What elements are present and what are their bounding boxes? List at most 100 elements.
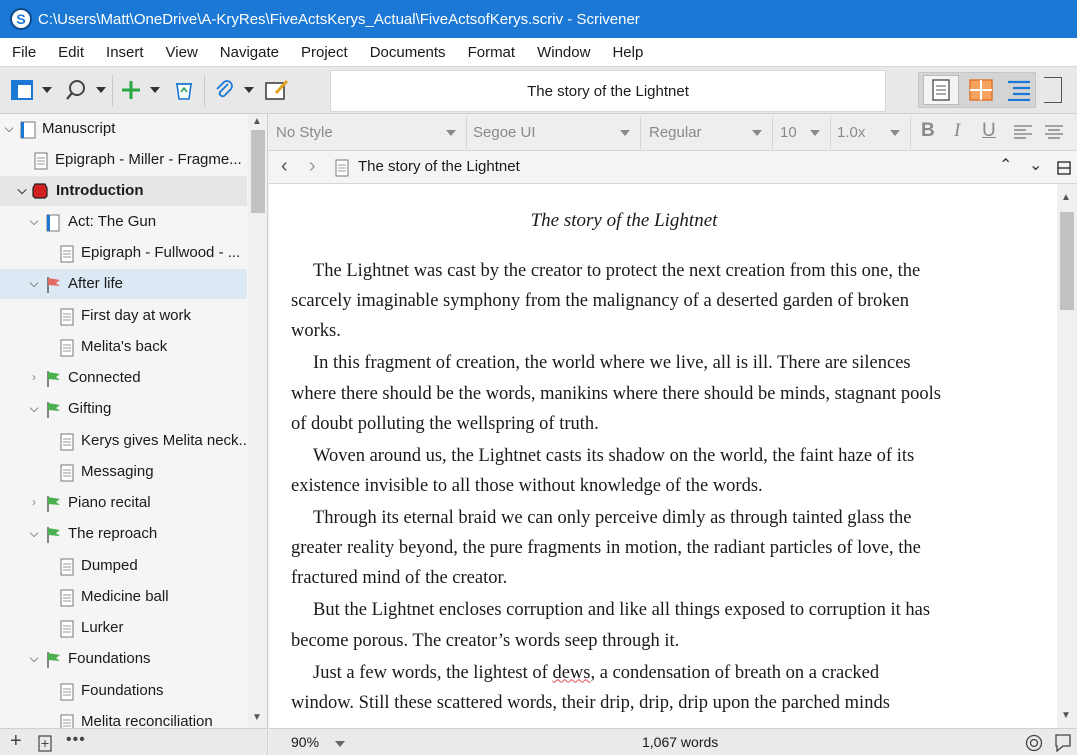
binder-item-manuscript[interactable]: ⌵ Manuscript bbox=[0, 114, 247, 144]
chevron-down-icon[interactable]: ⌵ bbox=[28, 214, 40, 228]
binder-item-first-day-at-work[interactable]: First day at work bbox=[0, 301, 247, 331]
menu-edit[interactable]: Edit bbox=[46, 44, 94, 61]
current-document-name[interactable]: The story of the Lightnet bbox=[358, 158, 520, 175]
editor-scrollbar[interactable]: ▲ ▼ bbox=[1057, 184, 1077, 728]
binder-item-messaging[interactable]: Messaging bbox=[0, 457, 247, 487]
view-scrivenings-button[interactable] bbox=[923, 75, 959, 105]
font-select[interactable]: Segoe UI bbox=[467, 116, 641, 149]
green-flag-icon bbox=[47, 527, 60, 543]
menu-documents[interactable]: Documents bbox=[358, 44, 456, 61]
binder-item-foundations-folder[interactable]: ⌵ Foundations bbox=[0, 644, 247, 674]
comment-icon[interactable] bbox=[1055, 734, 1071, 752]
binder-item-lurker[interactable]: Lurker bbox=[0, 613, 247, 643]
editor-navigation-bar: ‹ › The story of the Lightnet ⌃ ⌄ bbox=[269, 151, 1077, 184]
paragraph: Just a few words, the lightest of dews, … bbox=[291, 658, 941, 718]
toolbar-divider bbox=[112, 75, 113, 107]
chevron-down-icon[interactable]: ⌵ bbox=[28, 401, 40, 415]
binder-item-melita-reconciliation[interactable]: Melita reconciliation bbox=[0, 707, 247, 728]
menu-bar: File Edit Insert View Navigate Project D… bbox=[0, 38, 1077, 66]
binder-item-gifting[interactable]: ⌵ Gifting bbox=[0, 394, 247, 424]
scroll-down-icon[interactable]: ▼ bbox=[1061, 710, 1071, 721]
misspelled-word[interactable]: dews bbox=[552, 663, 590, 683]
line-spacing-select[interactable]: 1.0x bbox=[831, 116, 911, 149]
editor-pane[interactable]: The story of the Lightnet The Lightnet w… bbox=[269, 184, 1057, 728]
search-button[interactable] bbox=[64, 77, 106, 103]
document-body[interactable]: The Lightnet was cast by the creator to … bbox=[291, 256, 941, 720]
plus-icon bbox=[122, 81, 140, 99]
menu-window[interactable]: Window bbox=[525, 44, 600, 61]
scroll-down-icon[interactable]: ▼ bbox=[252, 712, 262, 723]
binder-item-medicine-ball[interactable]: Medicine ball bbox=[0, 582, 247, 612]
binder-item-introduction[interactable]: ⌵ Introduction bbox=[0, 176, 247, 206]
add-folder-icon[interactable] bbox=[38, 734, 54, 752]
weight-select[interactable]: Regular bbox=[641, 116, 773, 149]
split-view-icon[interactable] bbox=[1057, 161, 1071, 175]
menu-view[interactable]: View bbox=[154, 44, 208, 61]
scrollbar-thumb[interactable] bbox=[1060, 212, 1074, 310]
chevron-down-icon[interactable] bbox=[335, 741, 345, 747]
binder-item-melitas-back[interactable]: Melita's back bbox=[0, 332, 247, 362]
text-document-icon bbox=[60, 589, 74, 607]
scroll-up-icon[interactable]: ▲ bbox=[1061, 192, 1071, 203]
chevron-right-icon[interactable]: › bbox=[28, 370, 40, 384]
binder-item-label: Introduction bbox=[56, 182, 144, 199]
chevron-right-icon[interactable]: › bbox=[28, 495, 40, 509]
manuscript-icon bbox=[20, 121, 36, 139]
add-item-button[interactable] bbox=[120, 77, 160, 103]
binder-item-dumped[interactable]: Dumped bbox=[0, 551, 247, 581]
binder-item-label: Connected bbox=[68, 369, 141, 386]
binder-item-foundations[interactable]: Foundations bbox=[0, 676, 247, 706]
underline-button[interactable]: U bbox=[982, 120, 996, 142]
text-document-icon bbox=[60, 683, 74, 701]
scrivener-app-icon[interactable]: S bbox=[10, 8, 32, 30]
binder-item-after-life[interactable]: ⌵ After life bbox=[0, 269, 247, 299]
move-to-trash-button[interactable] bbox=[172, 77, 196, 103]
compose-button[interactable] bbox=[264, 77, 290, 103]
size-select[interactable]: 10 bbox=[773, 116, 831, 149]
menu-file[interactable]: File bbox=[0, 44, 46, 61]
align-center-icon[interactable] bbox=[1044, 124, 1064, 140]
menu-insert[interactable]: Insert bbox=[94, 44, 154, 61]
binder-item-piano-recital[interactable]: › Piano recital bbox=[0, 488, 247, 518]
bold-button[interactable]: B bbox=[921, 120, 935, 142]
menu-project[interactable]: Project bbox=[289, 44, 358, 61]
style-select[interactable]: No Style bbox=[269, 116, 467, 149]
chevron-down-icon[interactable]: ⌵ bbox=[28, 526, 40, 540]
chevron-down-icon[interactable]: ⌵ bbox=[28, 276, 40, 290]
add-icon[interactable]: + bbox=[10, 730, 22, 753]
chevron-down-icon[interactable]: ⌵ bbox=[3, 121, 15, 135]
chevron-down-icon[interactable]: ⌵ bbox=[16, 183, 28, 197]
binder-item-epigraph-fullwood[interactable]: Epigraph - Fullwood - ... bbox=[0, 238, 247, 268]
menu-help[interactable]: Help bbox=[600, 44, 653, 61]
scroll-up-icon[interactable]: ▲ bbox=[252, 116, 262, 127]
back-arrow-icon[interactable]: ‹ bbox=[281, 155, 288, 178]
document-title-field[interactable]: The story of the Lightnet bbox=[330, 70, 886, 112]
chevron-down-icon bbox=[810, 130, 820, 136]
zoom-level[interactable]: 90% bbox=[291, 734, 319, 750]
view-outline-button[interactable] bbox=[1001, 75, 1037, 105]
menu-navigate[interactable]: Navigate bbox=[208, 44, 289, 61]
binder-item-connected[interactable]: › Connected bbox=[0, 363, 247, 393]
binder-toggle-button[interactable] bbox=[10, 77, 52, 103]
binder-item-act-the-gun[interactable]: ⌵ Act: The Gun bbox=[0, 207, 247, 237]
binder-sidebar: ⌵ Manuscript Epigraph - Miller - Fragme.… bbox=[0, 114, 268, 728]
menu-format[interactable]: Format bbox=[456, 44, 526, 61]
chevron-down-icon[interactable]: ⌵ bbox=[28, 651, 40, 665]
binder-scrollbar[interactable]: ▲ ▼ bbox=[248, 114, 267, 728]
align-left-icon[interactable] bbox=[1013, 124, 1033, 140]
inspector-toggle-icon[interactable] bbox=[1044, 77, 1062, 103]
italic-button[interactable]: I bbox=[954, 120, 960, 142]
binder-item-the-reproach[interactable]: ⌵ The reproach bbox=[0, 519, 247, 549]
view-corkboard-button[interactable] bbox=[963, 75, 999, 105]
attach-button[interactable] bbox=[212, 77, 254, 103]
binder-item-epigraph-miller[interactable]: Epigraph - Miller - Fragme... bbox=[0, 145, 247, 175]
forward-arrow-icon[interactable]: › bbox=[309, 155, 316, 178]
target-icon[interactable] bbox=[1025, 734, 1043, 752]
paragraph: But the Lightnet encloses corruption and… bbox=[291, 600, 931, 651]
scrollbar-thumb[interactable] bbox=[251, 130, 265, 213]
more-options-icon[interactable]: ••• bbox=[66, 731, 86, 749]
text-document-icon bbox=[60, 245, 74, 263]
previous-document-icon[interactable]: ⌃ bbox=[999, 155, 1012, 175]
next-document-icon[interactable]: ⌄ bbox=[1029, 155, 1042, 175]
binder-item-kerys-gives-melita[interactable]: Kerys gives Melita neck... bbox=[0, 426, 247, 456]
